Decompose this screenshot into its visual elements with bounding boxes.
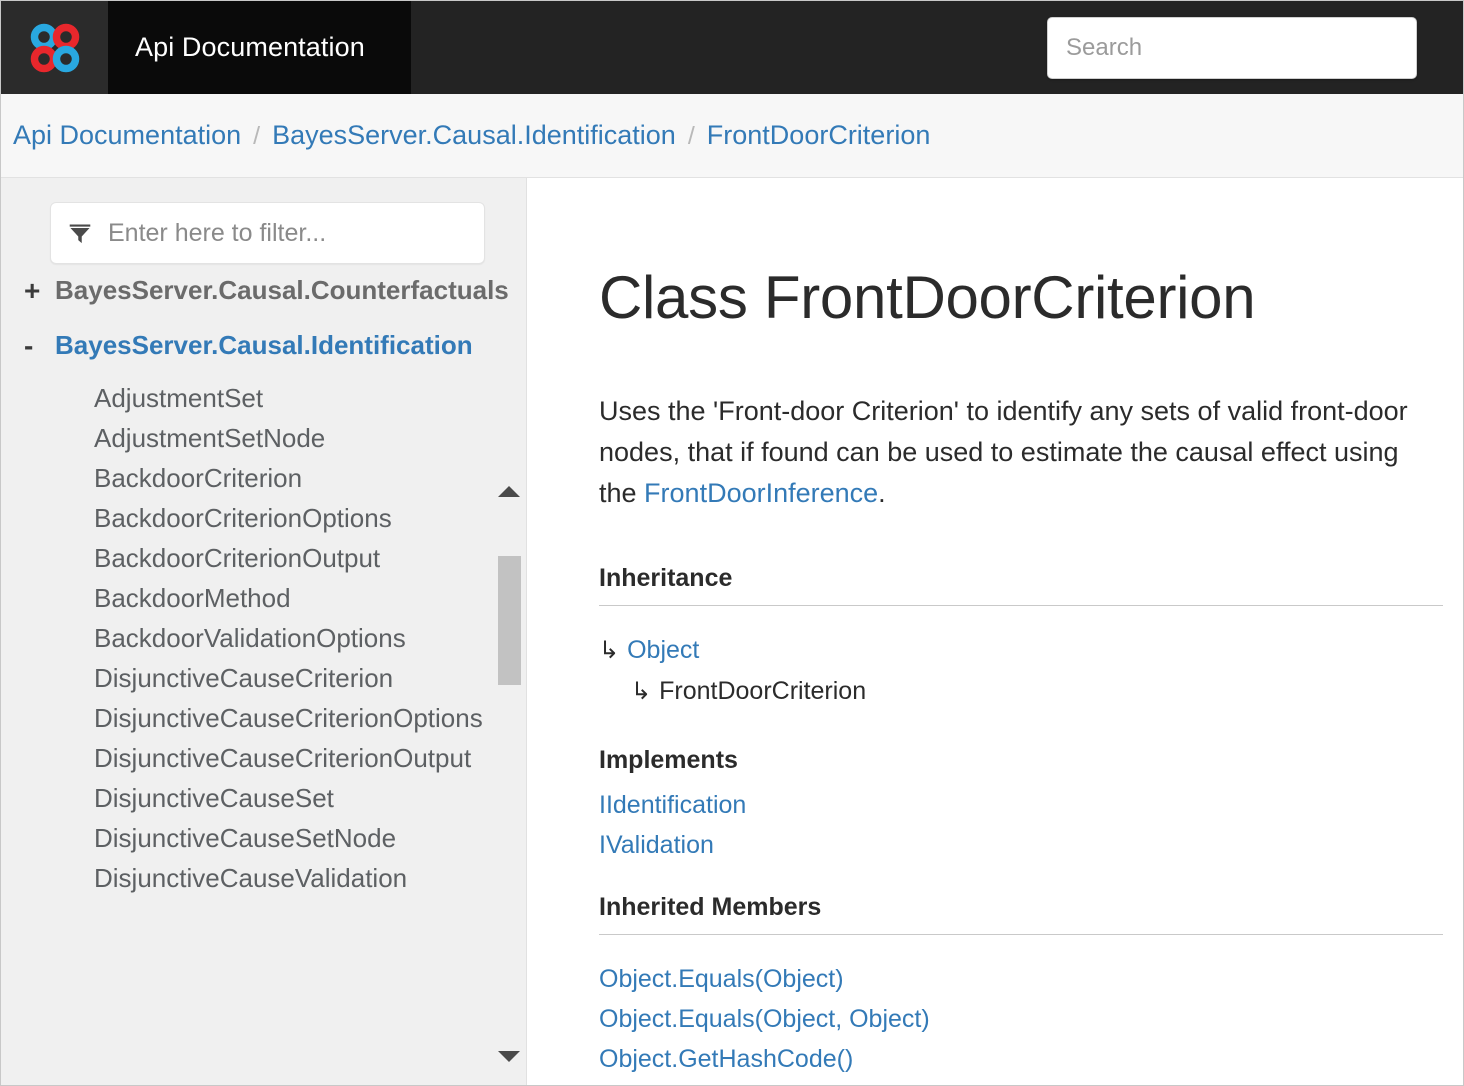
tree-children-identification: AdjustmentSet AdjustmentSetNode Backdoor… [24, 378, 486, 898]
implements-link-iidentification[interactable]: IIdentification [599, 785, 1443, 825]
navbar-spacer [411, 1, 1047, 94]
body-split: + BayesServer.Causal.Counterfactuals - B… [1, 178, 1463, 1085]
funnel-icon [67, 220, 106, 246]
search-container [1047, 1, 1463, 94]
inheritance-label-frontdoorcriterion: FrontDoorCriterion [659, 677, 866, 705]
tree-group-counterfactuals[interactable]: + BayesServer.Causal.Counterfactuals [24, 268, 486, 313]
filter-input[interactable] [106, 218, 484, 249]
brand-home-link[interactable]: Api Documentation [108, 1, 411, 94]
tree-item-adjustmentset[interactable]: AdjustmentSet [94, 378, 444, 418]
inheritance-arrow-icon: ↳ [631, 678, 651, 705]
inherited-member-gethashcode[interactable]: Object.GetHashCode() [599, 1039, 1443, 1079]
class-description: Uses the 'Front-door Criterion' to ident… [599, 391, 1429, 514]
chevron-up-icon [498, 486, 520, 497]
search-input[interactable] [1047, 17, 1417, 79]
frontdoorinference-link[interactable]: FrontDoorInference [644, 478, 878, 508]
scrollbar-up-arrow-button[interactable] [497, 481, 521, 501]
tree-item-disjunctivecausecriterionoptions[interactable]: DisjunctiveCauseCriterionOptions [94, 698, 444, 738]
filter-container [1, 178, 526, 282]
filter-box[interactable] [50, 202, 485, 264]
class-description-text-after: . [878, 478, 886, 508]
breadcrumb-item-current[interactable]: FrontDoorCriterion [707, 120, 931, 151]
page-title: Class FrontDoorCriterion [599, 266, 1443, 329]
tree-item-disjunctivecausecriterion[interactable]: DisjunctiveCauseCriterion [94, 658, 444, 698]
tree-item-disjunctivecausevalidation[interactable]: DisjunctiveCauseValidation [94, 858, 444, 898]
tree-item-backdoorcriterion[interactable]: BackdoorCriterion [94, 458, 444, 498]
breadcrumb-separator: / [253, 122, 260, 151]
breadcrumb-item-root[interactable]: Api Documentation [13, 120, 241, 151]
sidebar-scrollbar[interactable] [497, 467, 521, 1085]
breadcrumb-separator: / [688, 122, 695, 151]
tree-group-label-identification[interactable]: BayesServer.Causal.Identification [55, 323, 355, 368]
tree-item-disjunctivecausesetnode[interactable]: DisjunctiveCauseSetNode [94, 818, 444, 858]
scrollbar-thumb[interactable] [498, 556, 521, 685]
main-content: Class FrontDoorCriterion Uses the 'Front… [527, 178, 1463, 1085]
inheritance-arrow-icon: ↳ [599, 637, 619, 664]
tree-group-label-counterfactuals[interactable]: BayesServer.Causal.Counterfactuals [55, 268, 355, 313]
brand-title: Api Documentation [108, 32, 365, 63]
bayes-server-rings-logo-icon [27, 20, 83, 76]
inheritance-row-object: ↳ Object [599, 630, 1443, 671]
chevron-down-icon [498, 1051, 520, 1062]
tree-item-disjunctivecauseset[interactable]: DisjunctiveCauseSet [94, 778, 444, 818]
inherited-member-equals-object-object[interactable]: Object.Equals(Object, Object) [599, 999, 1443, 1039]
scrollbar-down-arrow-button[interactable] [497, 1046, 521, 1066]
tree-item-backdoorcriterionoptions[interactable]: BackdoorCriterionOptions [94, 498, 444, 538]
inheritance-row-frontdoorcriterion: ↳ FrontDoorCriterion [599, 671, 1443, 712]
tree-item-backdoormethod[interactable]: BackdoorMethod [94, 578, 444, 618]
api-documentation-page: Api Documentation Api Documentation / Ba… [0, 0, 1464, 1086]
tree-item-backdoorvalidationoptions[interactable]: BackdoorValidationOptions [94, 618, 444, 658]
top-navbar: Api Documentation [1, 1, 1463, 94]
inherited-member-gettype[interactable]: Object.GetType() [599, 1079, 1443, 1085]
inherited-members-heading: Inherited Members [599, 893, 1443, 935]
inherited-member-equals-object[interactable]: Object.Equals(Object) [599, 959, 1443, 999]
tree-expand-toggle-counterfactuals[interactable]: + [24, 268, 55, 313]
tree-item-backdoorcriterionoutput[interactable]: BackdoorCriterionOutput [94, 538, 444, 578]
namespace-tree: + BayesServer.Causal.Counterfactuals - B… [1, 268, 526, 1085]
tree-item-adjustmentsetnode[interactable]: AdjustmentSetNode [94, 418, 444, 458]
logo-block[interactable] [1, 1, 108, 94]
tree-group-identification[interactable]: - BayesServer.Causal.Identification [24, 323, 486, 368]
breadcrumb: Api Documentation / BayesServer.Causal.I… [13, 120, 930, 151]
breadcrumb-bar: Api Documentation / BayesServer.Causal.I… [1, 94, 1463, 178]
inheritance-link-object[interactable]: Object [627, 636, 699, 664]
implements-heading: Implements [599, 746, 1443, 775]
inheritance-heading: Inheritance [599, 564, 1443, 606]
implements-link-ivalidation[interactable]: IValidation [599, 825, 1443, 865]
tree-item-disjunctivecausecriterionoutput[interactable]: DisjunctiveCauseCriterionOutput [94, 738, 444, 778]
tree-collapse-toggle-identification[interactable]: - [24, 323, 55, 368]
breadcrumb-item-namespace[interactable]: BayesServer.Causal.Identification [272, 120, 676, 151]
sidebar: + BayesServer.Causal.Counterfactuals - B… [1, 178, 527, 1085]
